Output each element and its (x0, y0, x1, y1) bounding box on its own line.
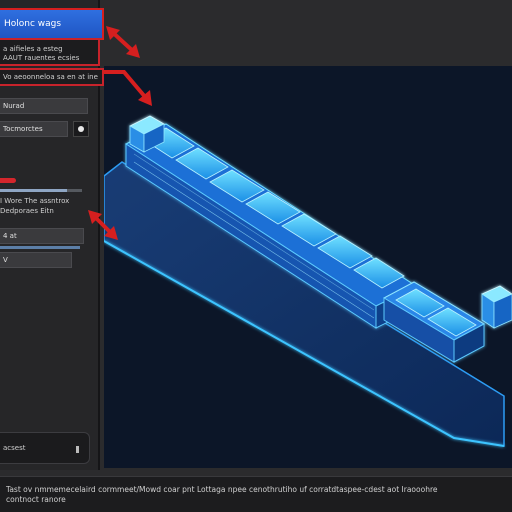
path-field[interactable]: Vo aeoonneloa sa en at ine (0, 68, 104, 86)
toggle-icon[interactable] (76, 446, 79, 453)
count-field-value: 4 at (3, 232, 17, 240)
name-field-value: Nurad (3, 102, 25, 110)
option-radio[interactable] (73, 121, 89, 137)
status-bar: Tast ov nmmemecelaird cormmeet/Mowd coar… (0, 476, 512, 512)
type-field[interactable]: Tocmorctes (0, 121, 68, 137)
3d-viewport[interactable] (104, 66, 512, 468)
info-text: I Wore The assntrox Dedporaes Eitn (0, 196, 100, 216)
panel-title-bar[interactable]: Holonc wags (0, 8, 104, 40)
access-field[interactable]: acsest (0, 432, 90, 464)
info-line: Dedporaes Eitn (0, 207, 54, 215)
mode-field-value: V (3, 256, 8, 264)
access-field-value: acsest (3, 444, 26, 452)
properties-panel: Holonc wags a aifieles a esteg AAUT raue… (0, 0, 104, 470)
radio-dot-icon (78, 126, 84, 132)
path-text: Vo aeoonneloa sa en at ine (3, 73, 98, 81)
description-line: a aifieles a esteg (3, 45, 63, 53)
slider-fill (0, 189, 68, 192)
description-line: AAUT rauentes ecsies (3, 54, 80, 62)
progress-line (0, 246, 80, 249)
mode-field[interactable]: V (0, 252, 72, 268)
value-slider[interactable] (0, 185, 82, 195)
count-field[interactable]: 4 at (0, 228, 84, 244)
info-line: I Wore The assntrox (0, 197, 70, 205)
arrow-icon (106, 26, 140, 58)
description-box: a aifieles a esteg AAUT rauentes ecsies (0, 38, 100, 66)
status-line: contnoct ranore (6, 495, 66, 504)
status-line: Tast ov nmmemecelaird cormmeet/Mowd coar… (6, 485, 438, 494)
name-field[interactable]: Nurad (0, 98, 88, 114)
panel-title: Holonc wags (4, 19, 62, 29)
type-field-value: Tocmorctes (3, 125, 43, 133)
3d-model-render (104, 115, 512, 447)
annotation-marker (0, 178, 16, 183)
